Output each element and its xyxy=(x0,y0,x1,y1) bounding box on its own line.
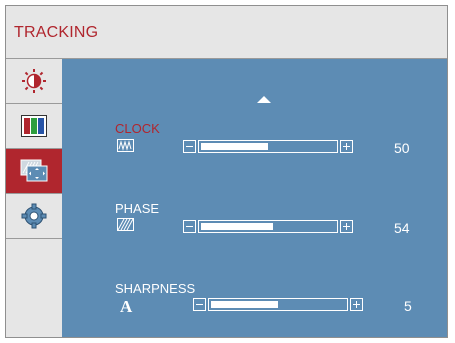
clock-icon xyxy=(117,139,134,152)
clock-slider[interactable] xyxy=(183,140,353,153)
menu-title: TRACKING xyxy=(14,24,99,41)
phase-icon xyxy=(117,218,134,231)
osd-window: TRACKING CLOCK 50 PHASE 54 SHARPNESS A 5 xyxy=(5,5,448,338)
clock-fill xyxy=(201,143,268,150)
color-bars-icon xyxy=(21,115,47,137)
tracking-panel: CLOCK 50 PHASE 54 SHARPNESS A 5 xyxy=(62,59,447,337)
phase-decrease-button[interactable] xyxy=(183,220,196,233)
title-bar: TRACKING xyxy=(6,6,447,59)
sidebar xyxy=(6,59,62,337)
sharpness-decrease-button[interactable] xyxy=(193,298,206,311)
scroll-up-arrow-icon[interactable] xyxy=(257,96,271,103)
sharpness-icon: A xyxy=(120,298,133,313)
svg-text:A: A xyxy=(120,298,133,313)
sidebar-item-setup[interactable] xyxy=(6,194,62,239)
phase-fill xyxy=(201,223,273,230)
phase-slider[interactable] xyxy=(183,220,353,233)
clock-increase-button[interactable] xyxy=(340,140,353,153)
sidebar-item-color[interactable] xyxy=(6,104,62,149)
clock-decrease-button[interactable] xyxy=(183,140,196,153)
sharpness-value: 5 xyxy=(404,298,412,314)
tracking-screen-icon xyxy=(20,159,48,182)
clock-track xyxy=(198,140,338,153)
sidebar-item-picture[interactable] xyxy=(6,59,62,104)
clock-label: CLOCK xyxy=(115,121,160,136)
phase-value: 54 xyxy=(394,220,410,236)
sharpness-track xyxy=(208,298,348,311)
phase-increase-button[interactable] xyxy=(340,220,353,233)
sharpness-fill xyxy=(211,301,278,308)
sharpness-slider[interactable] xyxy=(193,298,363,311)
gear-icon xyxy=(21,203,47,229)
phase-track xyxy=(198,220,338,233)
clock-value: 50 xyxy=(394,140,410,156)
sharpness-increase-button[interactable] xyxy=(350,298,363,311)
phase-label: PHASE xyxy=(115,201,160,216)
sidebar-item-tracking[interactable] xyxy=(6,149,62,194)
brightness-contrast-icon xyxy=(22,69,46,93)
sharpness-label: SHARPNESS xyxy=(115,281,196,296)
